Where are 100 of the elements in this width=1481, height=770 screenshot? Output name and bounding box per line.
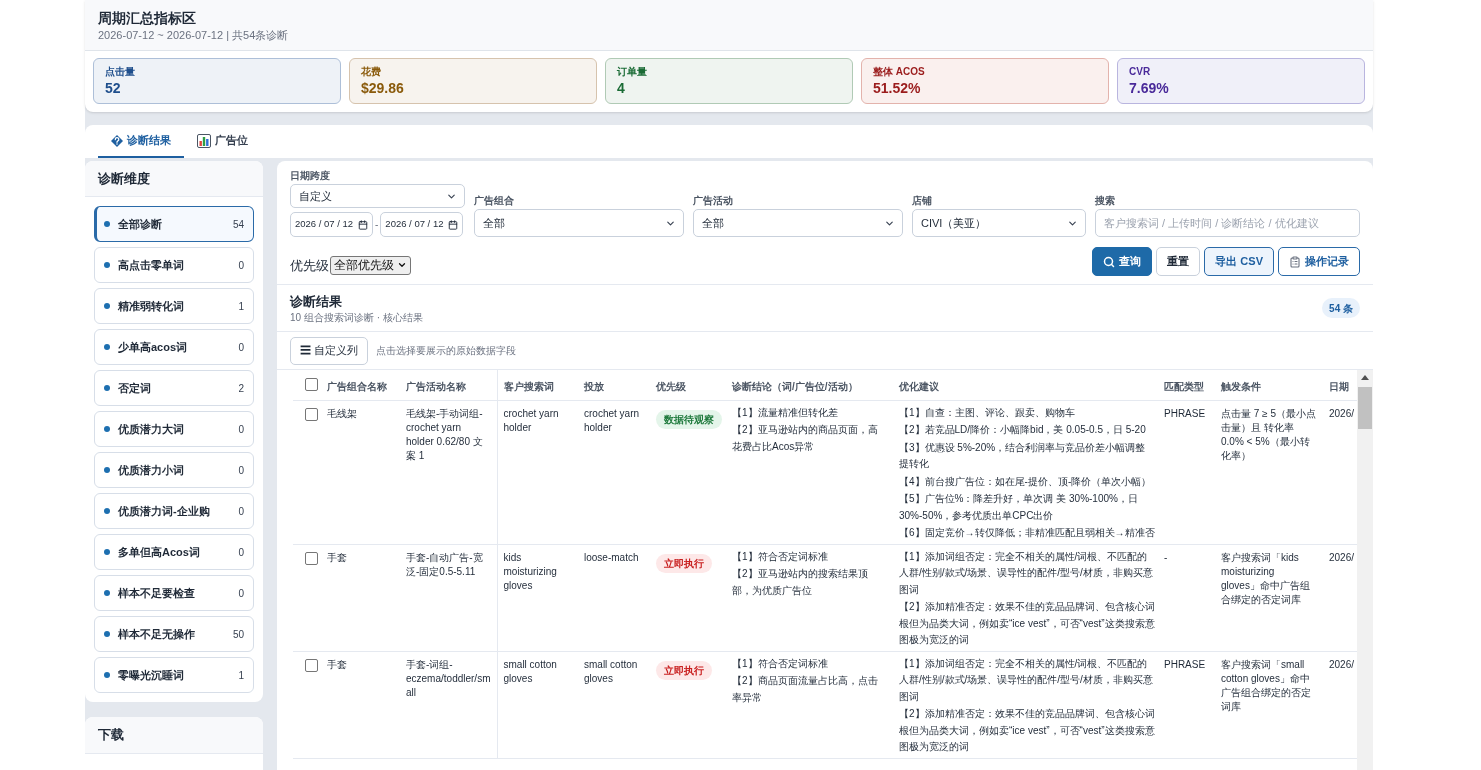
metric-value: 51.52% [873, 79, 922, 97]
priority-badge: 数据待观察 [656, 409, 722, 429]
date-text: 2026/ [1329, 657, 1356, 672]
diagnosis-line: 【1】流量精准但转化差 [732, 405, 839, 420]
targeting-text: crochet yarn holder [584, 406, 641, 435]
column-header: 诊断结论（词/广告位/活动） [732, 380, 858, 392]
question-mark-icon [111, 134, 123, 147]
campaign-name: 毛线架-手动词组-crochet yarn holder 0.62/80 文案 1 [406, 406, 484, 463]
match-type: PHRASE [1164, 406, 1207, 421]
column-header: 投放 [584, 380, 604, 392]
action-button[interactable]: 导出 CSV [1204, 247, 1274, 276]
campaign-name: 手套-自动广告-宽泛-固定0.5-5.11 [406, 550, 484, 579]
suggestion-line: 【4】前台搜广告位：如在尾-提价、顶-降价（单次小幅） [899, 474, 1153, 489]
bar-chart-icon [197, 133, 211, 148]
column-header: 广告活动名称 [406, 380, 466, 392]
action-button[interactable]: 查询 [1092, 247, 1153, 276]
hint-text: 点击选择要展示的原始数据字段 [376, 344, 517, 358]
sidebar-item[interactable]: 精准弱转化词 1 [94, 288, 254, 324]
date-field[interactable]: 2026 / 07 / 12 [290, 212, 373, 237]
suggestion-line: 【6】固定竞价→转仅降低；非精准匹配且弱相关→精准否 [899, 526, 1155, 540]
suggestion-line: 【1】添加词组否定：完全不相关的属性/词根、不匹配的人群/性别/款式/场景、误导性的配件/型号/材质，非购买意图词 [899, 656, 1154, 704]
targeting-text: loose-match [584, 550, 640, 565]
suggestion-line: 【5】广告位%：降差升好，单次调 美 30%-100%，日 30%-50%，参考优质出单CPC出价 [899, 492, 1139, 523]
diagnosis-line: 【1】符合否定词标准 [732, 656, 829, 671]
field-label: 店铺 [912, 194, 933, 207]
sidebar-item[interactable]: 多单但高Acos词 0 [94, 534, 254, 570]
sidebar-item[interactable]: 样本不足要检查 0 [94, 575, 254, 611]
column-header: 匹配类型 [1164, 380, 1204, 392]
scrollbar-thumb[interactable] [1358, 387, 1372, 429]
column-header: 优先级 [656, 380, 686, 392]
date-separator: - [375, 218, 379, 232]
item-count: 0 [238, 463, 244, 478]
item-count: 50 [232, 627, 244, 642]
dropdown[interactable]: CIVI（美亚） [912, 209, 1086, 237]
item-count: 1 [238, 299, 244, 314]
metric-value: 7.69% [1129, 79, 1170, 97]
search-field[interactable]: 客户搜索词 / 上传时间 / 诊断结论 / 优化建议 [1095, 209, 1360, 237]
ad-group-name: 手套 [327, 550, 348, 565]
column-header: 客户搜索词 [503, 380, 554, 392]
date-text: 2026/ [1329, 406, 1356, 421]
checkbox[interactable] [305, 551, 318, 565]
item-count: 0 [238, 545, 244, 560]
item-count: 0 [238, 504, 244, 519]
sidebar-item[interactable]: 零曝光沉睡词 1 [94, 657, 254, 693]
checkbox[interactable] [305, 658, 318, 672]
search-icon [1103, 255, 1116, 268]
ad-group-name: 手套 [327, 657, 348, 672]
customize-columns-button[interactable]: ☰ 自定义列 [290, 336, 369, 365]
sidebar-item[interactable]: 否定词 2 [94, 370, 254, 406]
field-label: 优先级 [290, 256, 329, 275]
field-label: 广告活动 [693, 194, 734, 207]
diagnosis-line: 【2】亚马逊站内的搜索结果顶部，为优质广告位 [732, 567, 869, 598]
field-label: 搜索 [1095, 194, 1116, 207]
sidebar-item[interactable]: 优质潜力大词 0 [94, 411, 254, 447]
download-title: 下载 [85, 717, 263, 754]
trigger-condition: 客户搜索词「kids moisturizing gloves」命中广告组合绑定的否定词库 [1221, 550, 1311, 607]
search-term: crochet yarn holder [503, 406, 560, 435]
column-header: 优化建议 [899, 380, 939, 392]
sidebar-item[interactable]: 样本不足无操作 50 [94, 616, 254, 652]
metric-value: 52 [105, 79, 122, 97]
dropdown[interactable]: 自定义 [290, 184, 465, 208]
suggestion-line: 【2】添加精准否定：效果不佳的竞品品牌词、包含核心词根但为品类大词，例如卖“ice vest”，可否“vest”这类搜索意图极为宽泛的词 [899, 600, 1155, 647]
column-header: 日期 [1329, 380, 1349, 392]
item-count: 0 [238, 340, 244, 355]
dropdown[interactable]: 全部 [474, 209, 684, 237]
summary-title: 周期汇总指标区 [98, 9, 197, 27]
scroll-up-icon[interactable] [1361, 375, 1369, 380]
dropdown[interactable]: 全部 [693, 209, 903, 237]
metric-label: 点击量 [105, 65, 136, 79]
checkbox[interactable] [305, 407, 318, 421]
item-count: 2 [238, 381, 244, 396]
checkbox[interactable] [305, 378, 318, 392]
date-field[interactable]: 2026 / 07 / 12 [380, 212, 464, 237]
suggestion-line: 【2】添加精准否定：效果不佳的竞品品牌词、包含核心词根但为品类大词，例如卖“ice vest”，可否“vest”这类搜索意图极为宽泛的词 [899, 707, 1155, 754]
metric-label: 花费 [361, 65, 382, 79]
summary-subtitle: 2026-07-12 ~ 2026-07-12 | 共54条诊断 [98, 28, 290, 43]
field-label: 广告组合 [474, 194, 515, 207]
field-label: 日期跨度 [290, 169, 331, 182]
sidebar-item[interactable]: 全部诊断 54 [94, 206, 254, 242]
sidebar-item[interactable]: 优质潜力小词 0 [94, 452, 254, 488]
sidebar-item[interactable]: 优质潜力词-企业购 0 [94, 493, 254, 529]
ad-group-name: 毛线架 [327, 406, 358, 421]
trigger-condition: 点击量 7 ≥ 5（最小点击量）且 转化率 0.0% < 5%（最小转化率） [1221, 406, 1316, 463]
trigger-condition: 客户搜索词「small cotton gloves」命中广告组合绑定的否定词库 [1221, 657, 1312, 714]
tab[interactable]: 广告位 [184, 125, 261, 158]
action-button[interactable]: 重置 [1156, 247, 1201, 276]
metric-value: 4 [617, 79, 626, 97]
suggestion-line: 【3】优惠设 5%-20%，结合利润率与竞品价差小幅调整提转化 [899, 440, 1147, 471]
sidebar-title: 诊断维度 [85, 161, 263, 197]
priority-badge: 立即执行 [656, 660, 712, 680]
column-header: 触发条件 [1221, 380, 1261, 392]
action-button[interactable]: 操作记录 [1278, 247, 1360, 276]
tab[interactable]: 诊断结果 [98, 125, 184, 158]
item-count: 0 [238, 422, 244, 437]
dropdown[interactable]: 全部优先级 [330, 255, 411, 275]
sidebar-item[interactable]: 高点击零单词 0 [94, 247, 254, 283]
sidebar-item[interactable]: 少单高acos词 0 [94, 329, 254, 365]
item-count: 1 [238, 668, 244, 683]
campaign-name: 手套-词组-eczema/toddler/small [406, 657, 491, 700]
clipboard-icon [1289, 255, 1301, 268]
